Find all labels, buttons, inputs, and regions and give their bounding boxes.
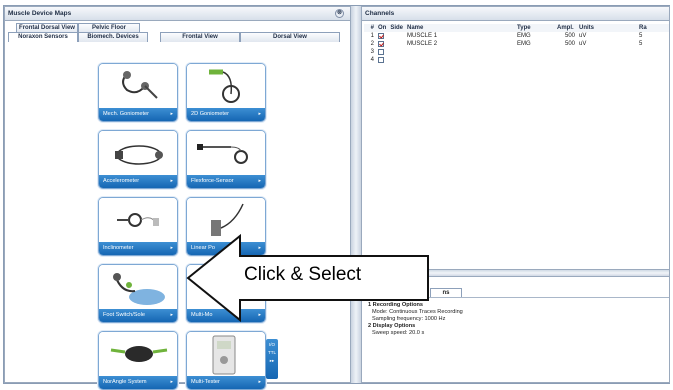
row-num: 4 xyxy=(370,57,374,63)
device-card-inclinometer[interactable]: Inclinometer xyxy=(98,197,178,256)
row-units[interactable]: uV xyxy=(577,32,637,40)
col-ampl: Ampl. xyxy=(555,24,578,32)
tab-biomech-devices[interactable]: Biomech. Devices xyxy=(78,32,148,42)
col-ra: Ra xyxy=(637,24,669,32)
table-header-row: # On Side Name Type Ampl. Units Ra xyxy=(364,24,669,32)
tab-noraxon-sensors[interactable]: Noraxon Sensors xyxy=(8,32,78,42)
row-empty[interactable] xyxy=(388,56,669,64)
col-num: # xyxy=(364,24,376,32)
row-type[interactable]: EMG xyxy=(515,40,555,48)
row-empty[interactable] xyxy=(388,48,669,56)
row-ampl[interactable]: 500 xyxy=(555,32,577,40)
device-card-multi-tester[interactable]: Multi-Tester xyxy=(186,331,266,390)
table-row[interactable]: 3 xyxy=(364,48,669,56)
row-units[interactable]: uV xyxy=(577,40,637,48)
device-card-2d-goniometer[interactable]: 2D Goniometer xyxy=(186,63,266,122)
on-checkbox[interactable] xyxy=(376,48,388,56)
tab-dorsal-view[interactable]: Dorsal View xyxy=(240,32,340,42)
table-row[interactable]: 2 MUSCLE 2 EMG 500 uV 5 xyxy=(364,40,669,48)
ttl-badge-line: I/O xyxy=(268,342,275,347)
ttl-badge: I/O TTL ▸▸ xyxy=(266,339,278,379)
close-icon[interactable]: ⊗ xyxy=(335,9,344,18)
row-num: 1 xyxy=(370,33,374,39)
row-name[interactable]: MUSCLE 2 xyxy=(405,40,515,48)
accelerometer-icon xyxy=(99,131,177,175)
row-ampl[interactable]: 500 xyxy=(555,40,577,48)
device-label: 2D Goniometer xyxy=(187,108,265,121)
checkbox-checked-icon[interactable] xyxy=(378,32,384,39)
tab-frontal-view[interactable]: Frontal View xyxy=(160,32,240,42)
inclinometer-icon xyxy=(99,198,177,242)
col-type: Type xyxy=(515,24,556,32)
device-card-flexforce-sensor[interactable]: Flexforce-Sensor xyxy=(186,130,266,189)
display-options-heading: 2 Display Options xyxy=(368,323,416,329)
device-label: Mech. Goniometer xyxy=(99,108,177,121)
col-side: Side xyxy=(388,24,406,32)
col-on: On xyxy=(376,24,389,32)
device-card-accelerometer[interactable]: Accelerometer xyxy=(98,130,178,189)
checkbox-unchecked-icon[interactable] xyxy=(378,48,384,55)
row-side[interactable] xyxy=(388,32,405,40)
click-select-callout: Click & Select xyxy=(184,232,432,324)
channels-table: # On Side Name Type Ampl. Units Ra 1 MUS… xyxy=(364,24,669,64)
row-num: 3 xyxy=(370,49,374,55)
ttl-badge-line: ▸▸ xyxy=(269,358,275,363)
device-card-foot-switch[interactable]: Foot Switch/Sole xyxy=(98,264,178,323)
channels-title: Channels xyxy=(362,7,669,21)
row-type[interactable]: EMG xyxy=(515,32,555,40)
table-row[interactable]: 1 MUSCLE 1 EMG 500 uV 5 xyxy=(364,32,669,40)
foot-switch-icon xyxy=(99,265,177,309)
device-label: Flexforce-Sensor xyxy=(187,175,265,188)
multi-tester-icon xyxy=(187,332,265,376)
device-label: Foot Switch/Sole xyxy=(99,309,177,322)
table-row[interactable]: 4 xyxy=(364,56,669,64)
device-card-norangle-system[interactable]: NorAngle System xyxy=(98,331,178,390)
callout-text: Click & Select xyxy=(244,264,362,285)
panel-splitter[interactable] xyxy=(351,6,361,383)
row-name[interactable]: MUSCLE 1 xyxy=(405,32,515,40)
row-ra[interactable]: 5 xyxy=(637,32,669,40)
panel-title-text: Muscle Device Maps xyxy=(8,10,72,17)
device-card-mech-goniometer[interactable]: Mech. Goniometer xyxy=(98,63,178,122)
col-units: Units xyxy=(577,24,638,32)
row-num: 2 xyxy=(370,41,374,47)
device-label: NorAngle System xyxy=(99,376,177,389)
row-side[interactable] xyxy=(388,40,405,48)
sweep-speed: Sweep speed: 20.0 s xyxy=(372,330,425,336)
2d-goniometer-icon xyxy=(187,64,265,108)
device-label: Multi-Tester xyxy=(187,376,265,389)
checkbox-unchecked-icon[interactable] xyxy=(378,56,384,63)
device-label: Accelerometer xyxy=(99,175,177,188)
col-name: Name xyxy=(405,24,516,32)
device-map-tabs: Frontal Dorsal View Pelvic Floor Noraxon… xyxy=(8,23,347,47)
on-checkbox[interactable] xyxy=(376,56,388,64)
device-label: Inclinometer xyxy=(99,242,177,255)
panel-title: Muscle Device Maps ⊗ xyxy=(5,7,350,21)
ttl-badge-line: TTL xyxy=(267,350,276,355)
on-checkbox[interactable] xyxy=(376,40,388,48)
goniometer-icon xyxy=(99,64,177,108)
checkbox-checked-icon[interactable] xyxy=(378,40,384,47)
on-checkbox[interactable] xyxy=(376,32,388,40)
channels-panel: Channels # On Side Name Type Ampl. Units… xyxy=(361,6,670,383)
force-sensor-icon xyxy=(187,131,265,175)
channels-title-text: Channels xyxy=(365,10,395,17)
row-ra[interactable]: 5 xyxy=(637,40,669,48)
norangle-icon xyxy=(99,332,177,376)
muscle-device-maps-panel: Muscle Device Maps ⊗ Frontal Dorsal View… xyxy=(4,6,351,390)
